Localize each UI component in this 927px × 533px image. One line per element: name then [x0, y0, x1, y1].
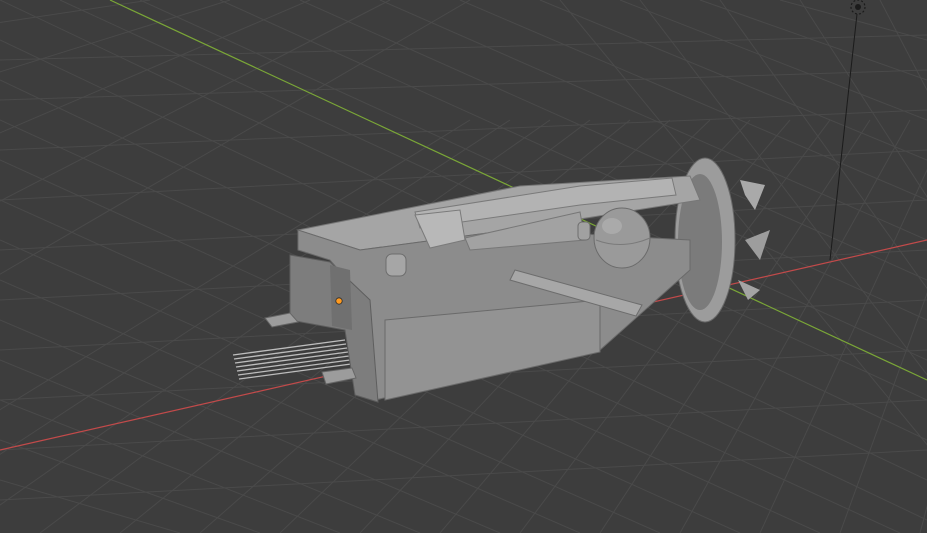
- light-icon[interactable]: [829, 0, 866, 261]
- origin-marker: [335, 297, 343, 305]
- front-slot: [330, 265, 352, 330]
- 3d-viewport[interactable]: [0, 0, 927, 533]
- sphere-part: [593, 207, 651, 269]
- viewport-canvas[interactable]: [0, 0, 927, 533]
- mech-mesh[interactable]: [232, 157, 770, 403]
- front-tab-bottom: [321, 367, 357, 385]
